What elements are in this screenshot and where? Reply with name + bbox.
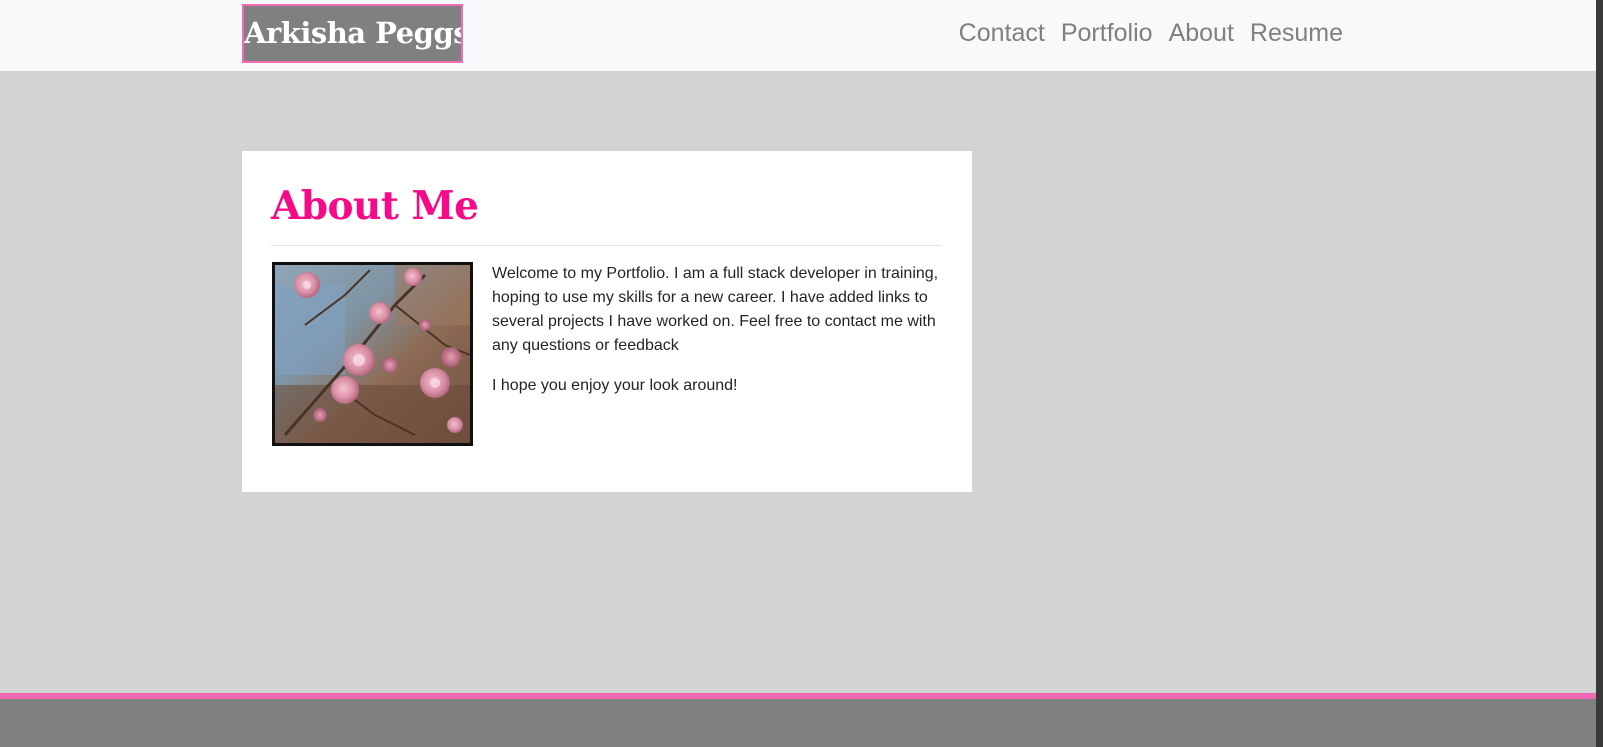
about-paragraph-intro: Welcome to my Portfolio. I am a full sta…: [492, 265, 939, 354]
about-title: About Me: [271, 183, 479, 229]
roses-image: [275, 265, 470, 443]
title-divider: [271, 245, 942, 246]
about-card: About Me Welcome to my Portfolio. I am a…: [242, 151, 972, 492]
about-paragraph-closing: I hope you enjoy your look around!: [492, 377, 738, 394]
nav-link-contact[interactable]: Contact: [959, 17, 1045, 49]
page: Arkisha Peggs Contact Portfolio About Re…: [0, 0, 1603, 747]
nav-link-resume[interactable]: Resume: [1250, 17, 1343, 49]
about-text: Welcome to my Portfolio. I am a full sta…: [492, 262, 942, 414]
nav-link-about[interactable]: About: [1169, 17, 1234, 49]
window-edge: [1596, 0, 1603, 747]
profile-photo: [272, 262, 473, 446]
nav-link-portfolio[interactable]: Portfolio: [1061, 17, 1153, 49]
brand-logo-link[interactable]: Arkisha Peggs: [242, 4, 463, 63]
footer: [0, 699, 1596, 747]
navbar: Arkisha Peggs Contact Portfolio About Re…: [0, 0, 1596, 71]
main-nav: Contact Portfolio About Resume: [959, 17, 1343, 49]
